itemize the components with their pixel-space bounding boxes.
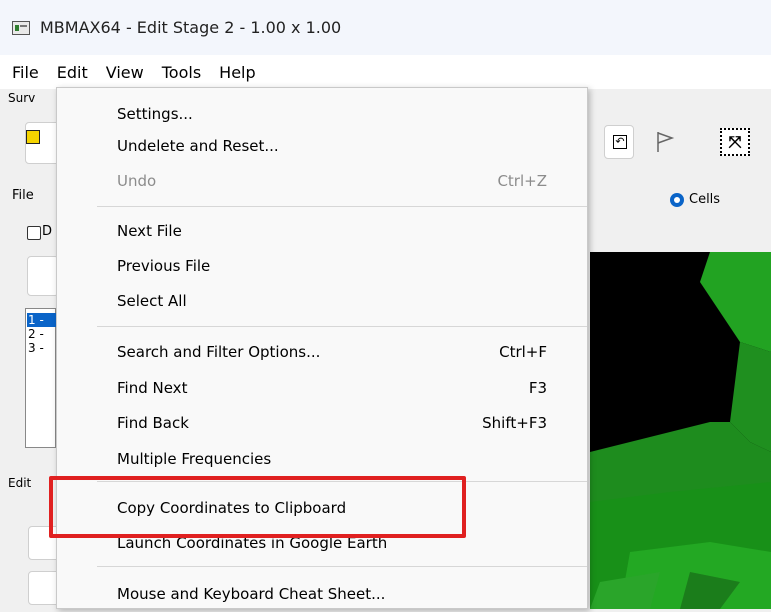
list-item[interactable]: 1 - bbox=[27, 313, 56, 327]
list-item[interactable]: 3 - bbox=[27, 341, 56, 355]
menu-tools[interactable]: Tools bbox=[156, 63, 207, 82]
d-checkbox[interactable] bbox=[27, 226, 41, 240]
map-terrain bbox=[590, 252, 771, 609]
menu-item-find-back[interactable]: Find Back Shift+F3 bbox=[57, 405, 587, 441]
menu-file[interactable]: File bbox=[6, 63, 45, 82]
app-icon bbox=[12, 20, 30, 35]
undo-button[interactable]: ↶ bbox=[604, 125, 634, 159]
menu-item-select-all[interactable]: Select All bbox=[57, 283, 587, 319]
menu-separator bbox=[97, 326, 587, 327]
menu-view[interactable]: View bbox=[100, 63, 150, 82]
survey-group-label: Surv bbox=[8, 91, 36, 105]
file-list[interactable]: 1 - 2 - 3 - bbox=[25, 308, 56, 448]
list-item[interactable]: 2 - bbox=[27, 327, 56, 341]
folder-icon bbox=[26, 130, 40, 144]
menu-item-cheat-sheet[interactable]: Mouse and Keyboard Cheat Sheet... bbox=[57, 576, 587, 612]
menu-separator bbox=[97, 206, 587, 207]
highlight-box bbox=[49, 476, 466, 538]
file-label: File bbox=[12, 188, 34, 203]
menu-item-find-next[interactable]: Find Next F3 bbox=[57, 370, 587, 406]
edit-group-label: Edit bbox=[8, 476, 32, 490]
right-toolbar: ↶ ⤧ bbox=[590, 116, 771, 172]
menu-item-settings[interactable]: Settings... bbox=[57, 96, 587, 132]
menu-item-search-filter[interactable]: Search and Filter Options... Ctrl+F bbox=[57, 334, 587, 370]
menu-separator bbox=[97, 566, 587, 567]
menu-bar: File Edit View Tools Help bbox=[0, 55, 771, 89]
map-view[interactable] bbox=[590, 252, 771, 609]
expand-icon[interactable]: ⤧ bbox=[720, 128, 750, 156]
left-panel-button[interactable] bbox=[27, 256, 59, 296]
d-checkbox-label: D bbox=[42, 224, 53, 239]
cells-radio-label: Cells bbox=[689, 192, 721, 207]
menu-help[interactable]: Help bbox=[213, 63, 261, 82]
title-bar: MBMAX64 - Edit Stage 2 - 1.00 x 1.00 bbox=[0, 0, 771, 55]
menu-item-next-file[interactable]: Next File bbox=[57, 213, 587, 249]
undo-icon: ↶ bbox=[613, 135, 627, 149]
cells-radio[interactable] bbox=[670, 193, 684, 207]
menu-item-previous-file[interactable]: Previous File bbox=[57, 248, 587, 284]
menu-item-multiple-frequencies[interactable]: Multiple Frequencies bbox=[57, 441, 587, 477]
window-title: MBMAX64 - Edit Stage 2 - 1.00 x 1.00 bbox=[40, 18, 342, 37]
menu-item-undo: Undo Ctrl+Z bbox=[117, 172, 547, 190]
menu-edit[interactable]: Edit bbox=[51, 63, 94, 82]
flag-icon[interactable] bbox=[654, 130, 676, 154]
menu-item-undelete-reset[interactable]: Undelete and Reset... bbox=[57, 128, 587, 164]
